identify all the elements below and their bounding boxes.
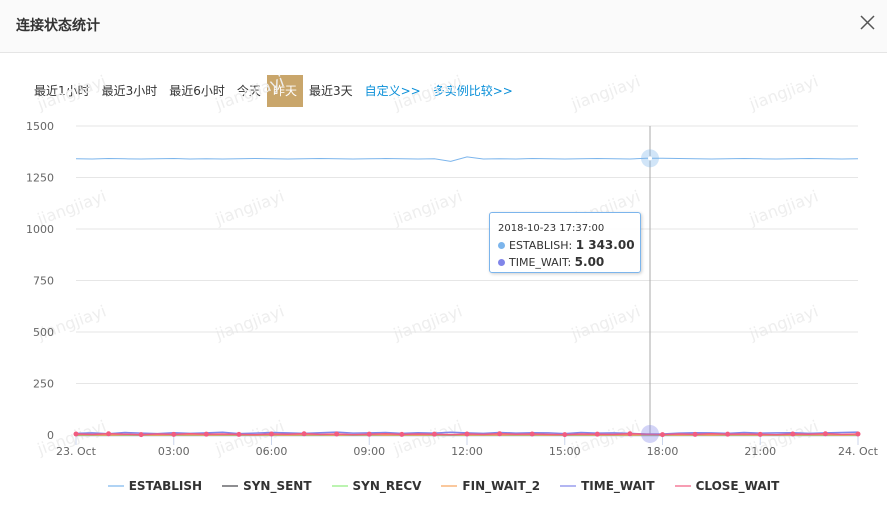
legend-item-establish[interactable]: ESTABLISH: [107, 479, 203, 493]
x-tick-label: 21:00: [744, 445, 776, 458]
series-dot-icon: [498, 259, 505, 266]
legend-label: CLOSE_WAIT: [695, 479, 780, 493]
data-point: [236, 431, 242, 437]
data-point: [725, 431, 731, 437]
data-point: [301, 431, 307, 437]
tooltip-time: 2018-10-23 17:37:00: [498, 223, 605, 234]
data-point: [529, 431, 535, 437]
watermark: jiangjiayi: [390, 71, 465, 114]
tooltip-series-name: TIME_WAIT:: [509, 256, 572, 269]
data-point: [822, 431, 828, 437]
data-point: [171, 431, 177, 437]
tooltip-value: 5.00: [574, 255, 605, 269]
watermark: jiangjiayi: [390, 301, 465, 344]
y-tick-label: 750: [33, 275, 54, 288]
chart-tooltip: 2018-10-23 17:37:00 ESTABLISH: 1 343.00 …: [489, 212, 641, 273]
data-point: [497, 431, 503, 437]
x-tick-label: 15:00: [549, 445, 581, 458]
legend-item-fin_wait_2[interactable]: FIN_WAIT_2: [441, 479, 540, 493]
series-dot-icon: [498, 242, 505, 249]
x-tick-label: 12:00: [451, 445, 483, 458]
data-point: [269, 431, 274, 437]
data-point: [594, 431, 600, 437]
legend-label: TIME_WAIT: [581, 479, 655, 493]
watermark: jiangjiayi: [746, 71, 821, 114]
watermark: jiangjiayi: [34, 71, 109, 114]
hover-halo: [641, 424, 660, 443]
x-tick-label: 24. Oct: [838, 445, 879, 458]
legend-swatch: [560, 485, 577, 487]
chart-legend: ESTABLISH SYN_SENT SYN_RECV FIN_WAIT_2 TIME_…: [0, 479, 887, 493]
legend-swatch: [331, 485, 348, 487]
data-point: [464, 431, 470, 437]
legend-label: FIN_WAIT_2: [462, 479, 541, 493]
legend-label: SYN_SENT: [243, 479, 312, 493]
tooltip-value: 1 343.00: [575, 238, 635, 252]
data-point: [855, 431, 861, 437]
tooltip-row-time-wait: TIME_WAIT: 5.00: [498, 254, 632, 271]
tooltip-row-establish: ESTABLISH: 1 343.00: [498, 237, 635, 254]
legend-label: ESTABLISH: [128, 479, 203, 493]
legend-swatch: [222, 485, 239, 487]
x-tick-label: 06:00: [256, 445, 288, 458]
x-tick-label: 03:00: [158, 445, 190, 458]
y-tick-label: 500: [33, 326, 54, 339]
y-tick-label: 1500: [26, 120, 54, 133]
watermark: jiangjiayi: [212, 71, 287, 114]
watermark: jiangjiayi: [746, 301, 821, 344]
data-point: [757, 431, 763, 437]
data-point: [627, 431, 633, 437]
legend-item-time_wait[interactable]: TIME_WAIT: [560, 479, 655, 493]
tooltip-series-name: ESTABLISH:: [509, 239, 573, 252]
y-tick-label: 250: [33, 378, 54, 391]
legend-swatch: [107, 485, 124, 487]
data-point: [692, 431, 698, 437]
y-tick-label: 1000: [26, 223, 54, 236]
watermark: jiangjiayi: [390, 186, 465, 229]
data-point: [73, 431, 79, 437]
data-point: [790, 431, 796, 437]
data-point: [431, 431, 437, 437]
watermark: jiangjiayi: [568, 301, 643, 344]
data-point: [399, 431, 405, 437]
data-point: [106, 431, 112, 437]
hover-point: [648, 156, 653, 161]
legend-label: SYN_RECV: [352, 479, 422, 493]
legend-item-syn_recv[interactable]: SYN_RECV: [331, 479, 422, 493]
data-point: [203, 431, 209, 437]
legend-swatch: [674, 485, 691, 487]
legend-swatch: [441, 485, 458, 487]
x-tick-label: 18:00: [647, 445, 679, 458]
legend-item-syn_sent[interactable]: SYN_SENT: [222, 479, 312, 493]
y-tick-label: 1250: [26, 172, 54, 185]
y-tick-label: 0: [47, 429, 54, 442]
data-point: [138, 432, 144, 438]
data-point: [562, 432, 568, 438]
watermark: jiangjiayi: [212, 186, 287, 229]
watermark: jiangjiayi: [746, 186, 821, 229]
data-point: [366, 431, 372, 437]
legend-item-close_wait[interactable]: CLOSE_WAIT: [674, 479, 780, 493]
x-tick-label: 23. Oct: [56, 445, 97, 458]
connection-state-chart: jiangjiayi jiangjiayi jiangjiayi jiangjiayi…: [26, 71, 879, 459]
x-tick-label: 09:00: [353, 445, 385, 458]
watermark: jiangjiayi: [212, 301, 287, 344]
series-line-establish: [75, 156, 859, 162]
data-point: [660, 432, 665, 438]
watermark: jiangjiayi: [568, 71, 643, 114]
data-point: [334, 431, 340, 437]
